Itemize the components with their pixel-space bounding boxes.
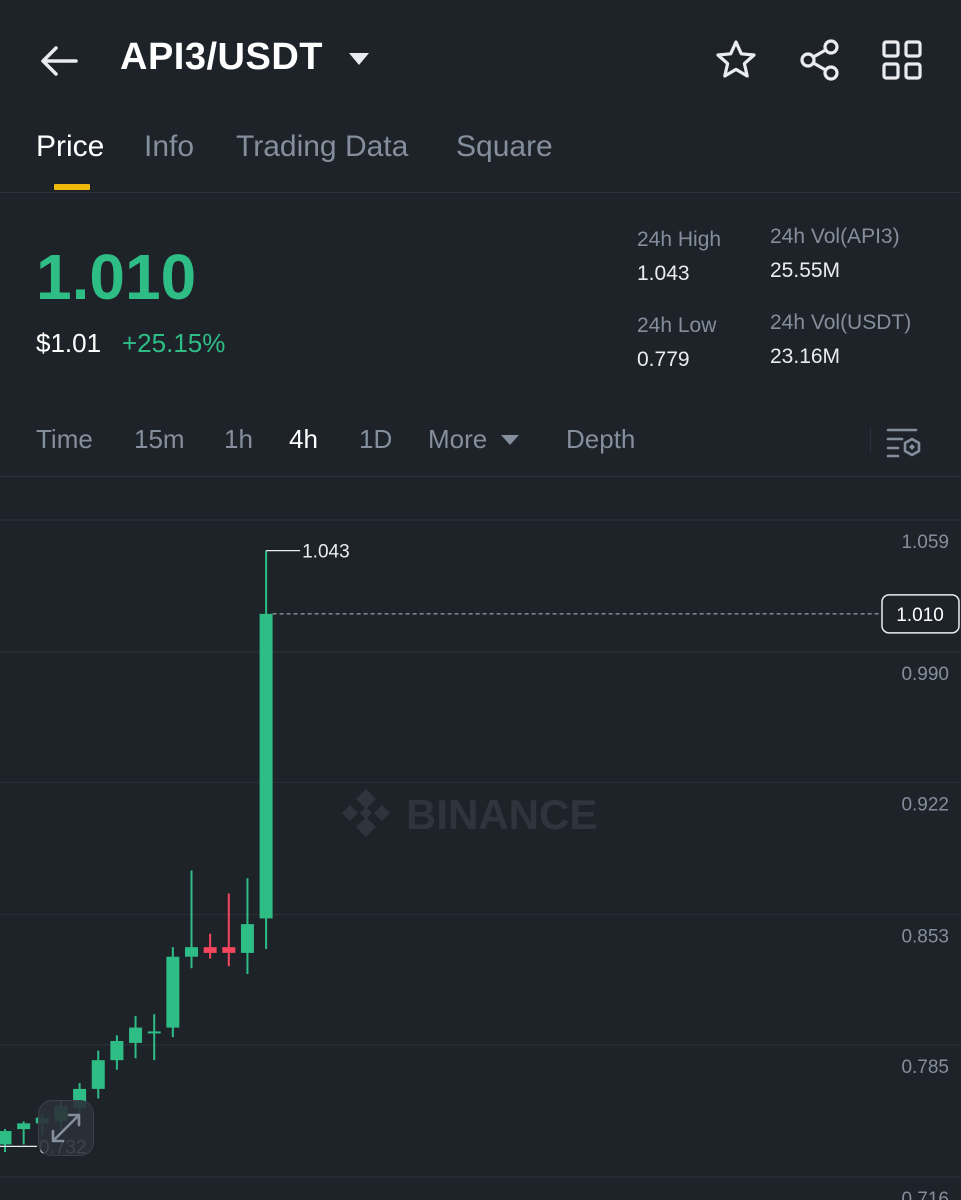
current-price-label: 1.010 [896, 605, 944, 626]
price-change: +25.15% [122, 328, 226, 358]
grid-icon[interactable] [880, 38, 924, 82]
tab-info[interactable]: Info [144, 130, 194, 164]
fullscreen-button[interactable] [38, 1100, 94, 1156]
y-tick-label: 0.990 [901, 664, 949, 685]
vol-quote-value: 23.16M [770, 345, 841, 368]
y-tick-label: 0.716 [901, 1189, 949, 1200]
expand-icon [51, 1113, 81, 1143]
interval-4h[interactable]: 4h [289, 424, 318, 455]
tab-trading-data[interactable]: Trading Data [236, 130, 408, 164]
more-caret-icon[interactable] [500, 434, 520, 446]
interval-depth[interactable]: Depth [566, 424, 635, 455]
last-price: 1.010 [36, 241, 197, 313]
candle-body [240, 924, 254, 953]
interval-time[interactable]: Time [36, 424, 93, 455]
watermark-text: BINANCE [406, 791, 597, 838]
chart-settings-icon[interactable] [884, 422, 924, 462]
candles [0, 550, 273, 1153]
interval-15m[interactable]: 15m [134, 424, 185, 455]
interval-more[interactable]: More [428, 424, 487, 455]
share-icon[interactable] [798, 38, 842, 82]
star-icon[interactable] [714, 38, 758, 82]
tab-square[interactable]: Square [456, 130, 553, 164]
markers: 1.0101.0430.732 [0, 542, 960, 1158]
candle-body [0, 1131, 12, 1145]
y-tick-label: 1.059 [901, 532, 949, 553]
high-value: 1.043 [637, 262, 690, 285]
back-arrow-icon[interactable] [36, 38, 82, 84]
page-tabs: Price Info Trading Data Square [0, 118, 961, 193]
candle-body [259, 613, 273, 919]
low-label: 24h Low [637, 314, 717, 337]
divider [870, 426, 871, 454]
interval-1h[interactable]: 1h [224, 424, 253, 455]
candle-body [203, 947, 217, 953]
grid-lines [0, 519, 961, 1178]
candle-body [129, 1027, 143, 1043]
y-tick-label: 0.922 [901, 794, 949, 815]
vol-base-value: 25.55M [770, 259, 841, 282]
candle-body [185, 947, 198, 957]
candle-body [110, 1041, 124, 1061]
pair-selector[interactable]: API3/USDT [120, 36, 323, 79]
candle-body [222, 947, 236, 953]
candle-body [147, 1031, 161, 1034]
candle-body [17, 1123, 31, 1130]
interval-1d[interactable]: 1D [359, 424, 392, 455]
binance-logo-icon [342, 789, 390, 837]
vol-quote-label: 24h Vol(USDT) [770, 311, 912, 334]
tab-price[interactable]: Price [36, 130, 104, 164]
vol-base-label: 24h Vol(API3) [770, 225, 900, 248]
interval-bar: Time 15m 1h 4h 1D More Depth [0, 408, 961, 477]
usd-price: $1.01 [36, 328, 102, 358]
active-tab-indicator [54, 184, 90, 190]
watermark: BINANCE [342, 789, 597, 838]
caret-down-icon[interactable] [348, 52, 370, 66]
y-tick-label: 0.853 [901, 927, 949, 948]
high-label: 24h High [637, 228, 722, 251]
candle-body [91, 1060, 105, 1089]
y-tick-label: 0.785 [901, 1057, 949, 1078]
top-bar: API3/USDT [0, 0, 961, 118]
candle-body [166, 956, 180, 1028]
low-value: 0.779 [637, 348, 690, 371]
candlestick-chart[interactable]: BINANCE 1.059 0.990 0.922 0.853 0.785 0.716 1… [0, 477, 961, 1200]
high-marker-label: 1.043 [302, 542, 350, 563]
